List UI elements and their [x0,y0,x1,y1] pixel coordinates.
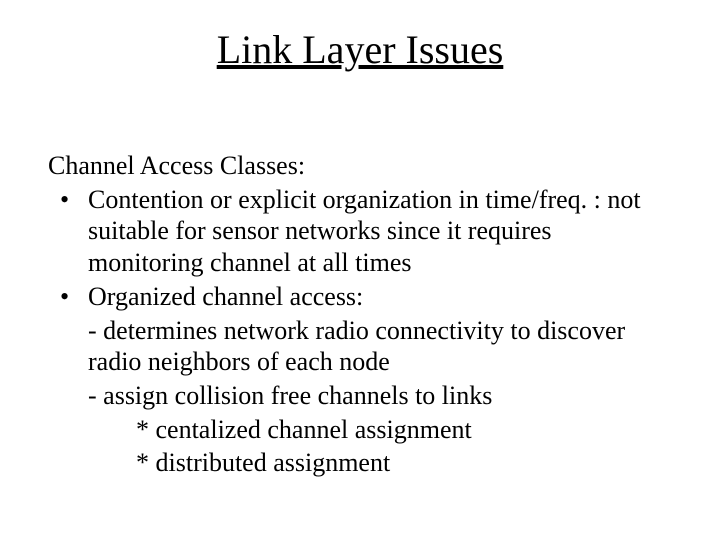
slide-title: Link Layer Issues [0,28,720,72]
dash-collision-free: - assign collision free channels to link… [48,380,672,412]
star-distributed: * distributed assignment [48,447,672,479]
dash-connectivity: - determines network radio connectivity … [48,315,672,378]
bullet-contention: Contention or explicit organization in t… [48,184,672,279]
slide: Link Layer Issues Channel Access Classes… [0,0,720,540]
lead-text: Channel Access Classes: [48,150,672,182]
star-centralized: * centalized channel assignment [48,414,672,446]
bullet-organized: Organized channel access: [48,281,672,313]
slide-body: Channel Access Classes: Contention or ex… [48,150,672,481]
